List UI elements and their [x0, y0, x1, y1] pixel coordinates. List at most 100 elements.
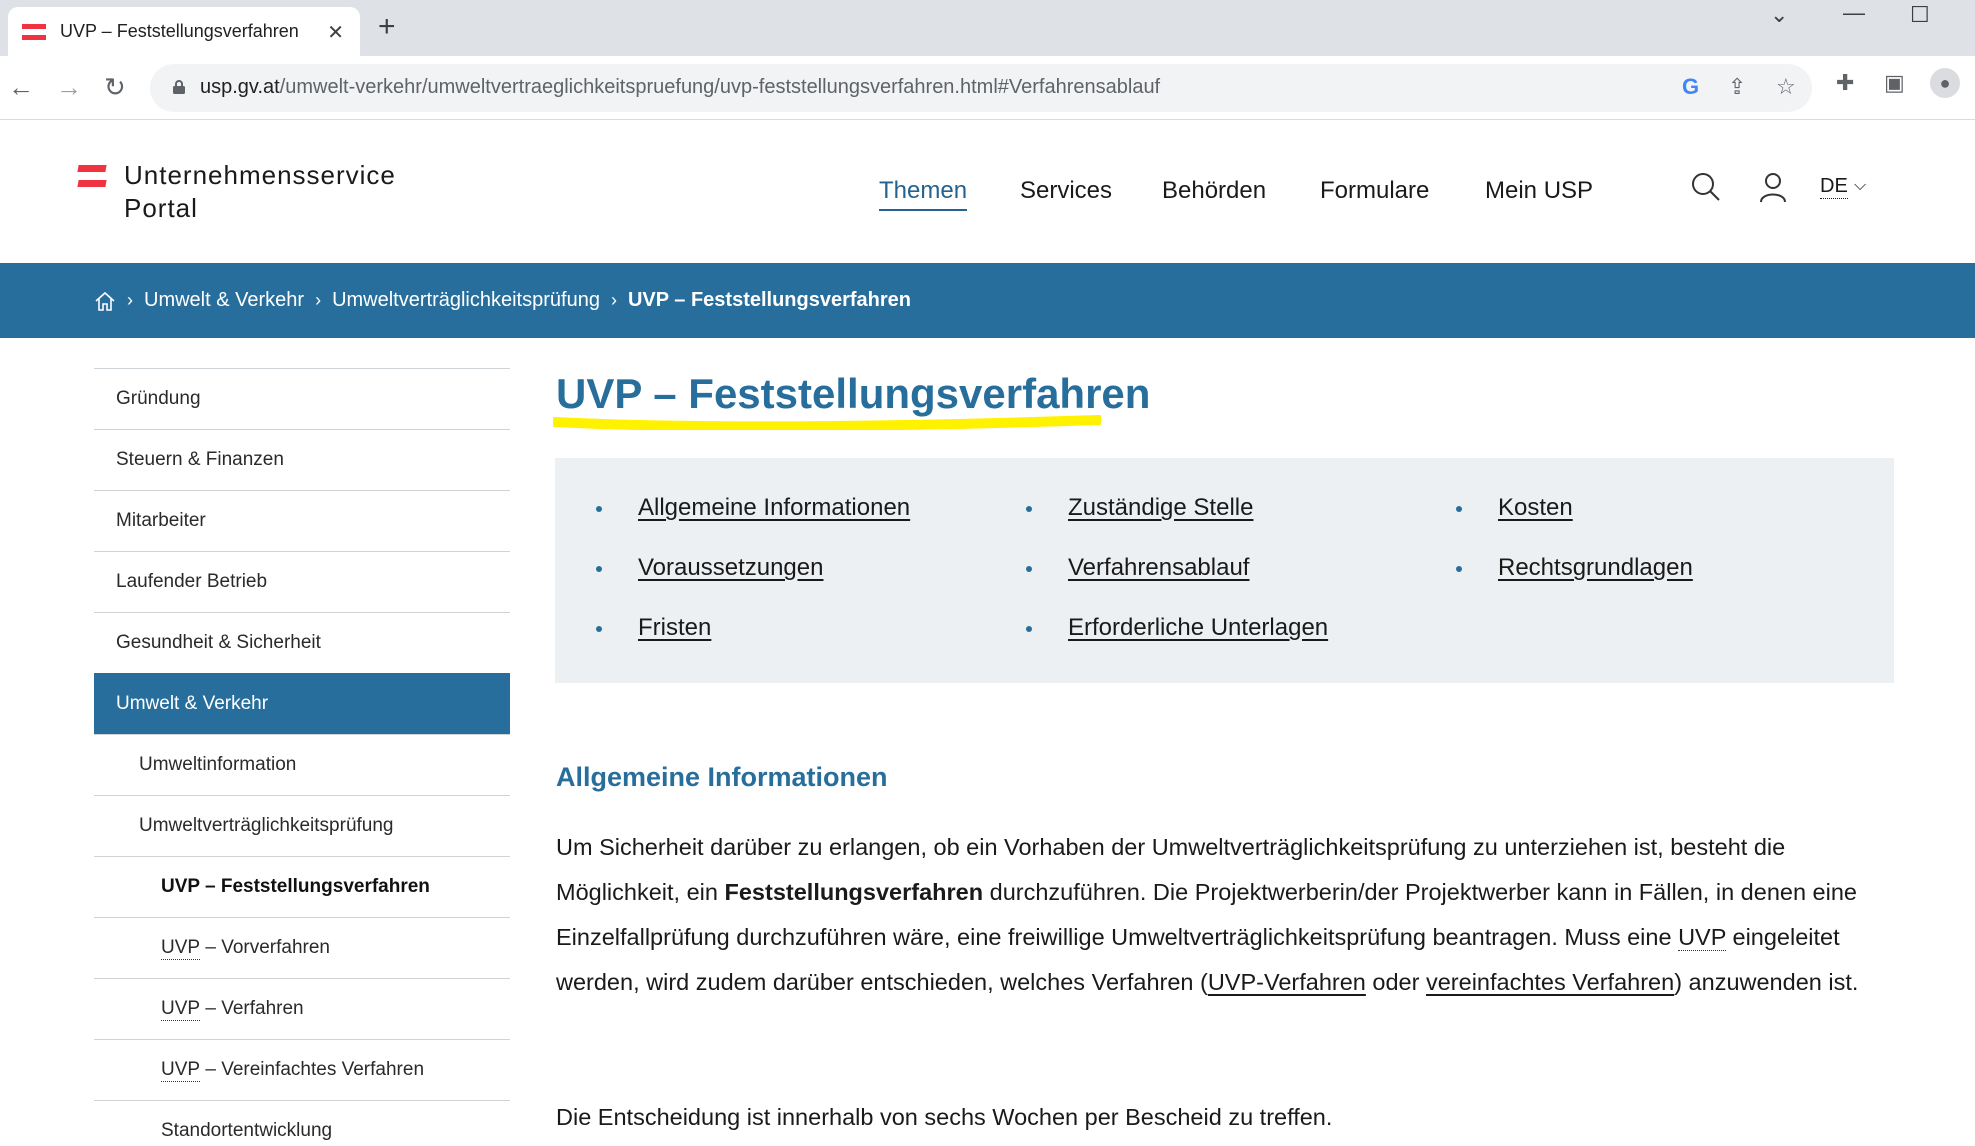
sidebar-item-steuern[interactable]: Steuern & Finanzen	[94, 429, 510, 490]
logo-line-2: Portal	[124, 193, 198, 223]
link-vereinfachtes-verfahren[interactable]: vereinfachtes Verfahren	[1426, 969, 1674, 995]
bullet-icon	[1456, 566, 1462, 572]
side-panel-icon[interactable]: ▣	[1884, 70, 1905, 96]
address-bar[interactable]: usp.gv.at/umwelt-verkehr/umweltvertraegl…	[150, 64, 1812, 112]
toc-item: Kosten	[1456, 494, 1573, 522]
sidebar-item-gruendung[interactable]: Gründung	[94, 368, 510, 429]
sidebar-item-mitarbeiter[interactable]: Mitarbeiter	[94, 490, 510, 551]
toc-link-kosten[interactable]: Kosten	[1498, 494, 1573, 521]
uvp-abbreviation: UVP	[161, 1058, 201, 1082]
toc-link-rechtsgrundlagen[interactable]: Rechtsgrundlagen	[1498, 554, 1693, 581]
text: oder	[1365, 969, 1426, 995]
highlight-underline	[553, 415, 1101, 430]
breadcrumb-separator-icon: ›	[315, 290, 322, 310]
sidebar-item-vorverfahren[interactable]: UVP – Vorverfahren	[94, 917, 510, 978]
bullet-icon	[596, 626, 602, 632]
sidebar-item-verfahren[interactable]: UVP – Verfahren	[94, 978, 510, 1039]
browser-tab-strip: UVP – Feststellungsverfahren ✕ + ⌄ — ☐	[0, 0, 1975, 56]
breadcrumb-uvp[interactable]: Umweltverträglichkeitsprüfung	[332, 289, 600, 312]
sidebar-item-vereinfachtes[interactable]: UVP – Vereinfachtes Verfahren	[94, 1039, 510, 1100]
toc-item: Verfahrensablauf	[1026, 554, 1249, 582]
breadcrumb-separator-icon: ›	[127, 290, 133, 310]
breadcrumb: › Umwelt & Verkehr › Umweltverträglichke…	[94, 289, 911, 312]
home-icon[interactable]	[94, 290, 116, 312]
breadcrumb-bar: › Umwelt & Verkehr › Umweltverträglichke…	[0, 263, 1975, 338]
breadcrumb-umwelt-verkehr[interactable]: Umwelt & Verkehr	[144, 289, 304, 312]
nav-behoerden[interactable]: Behörden	[1162, 177, 1266, 205]
sidebar-item-feststellungsverfahren[interactable]: UVP – Feststellungsverfahren	[94, 856, 510, 917]
browser-toolbar: ← → ↻ usp.gv.at/umwelt-verkehr/umweltver…	[0, 56, 1975, 120]
close-tab-icon[interactable]: ✕	[327, 20, 344, 45]
site-header: Unternehmensservice Portal Themen Servic…	[0, 121, 1975, 263]
minimize-window-icon[interactable]: —	[1843, 0, 1865, 26]
sidebar-item-standortentwicklung[interactable]: Standortentwicklung	[94, 1100, 510, 1146]
usp-logo-flag-icon[interactable]	[77, 165, 107, 187]
uvp-abbreviation: UVP	[161, 936, 201, 960]
sidebar-label: – Vereinfachtes Verfahren	[200, 1059, 425, 1080]
reload-icon[interactable]: ↻	[104, 72, 126, 102]
bullet-icon	[1026, 506, 1032, 512]
table-of-contents: Allgemeine Informationen Voraussetzungen…	[555, 458, 1894, 683]
toc-item: Voraussetzungen	[596, 554, 823, 582]
forward-arrow-icon[interactable]: →	[56, 72, 82, 102]
bullet-icon	[596, 506, 602, 512]
browser-tab-active[interactable]: UVP – Feststellungsverfahren ✕	[8, 7, 360, 56]
sidebar-item-laufender-betrieb[interactable]: Laufender Betrieb	[94, 551, 510, 612]
bold-term: Feststellungsverfahren	[724, 879, 984, 905]
logo-line-1: Unternehmensservice	[124, 160, 396, 190]
new-tab-icon[interactable]: +	[378, 12, 396, 42]
search-icon[interactable]	[1690, 171, 1722, 203]
toc-link-unterlagen[interactable]: Erforderliche Unterlagen	[1068, 614, 1328, 641]
toc-link-allgemeine[interactable]: Allgemeine Informationen	[638, 494, 910, 521]
sidebar-item-gesundheit[interactable]: Gesundheit & Sicherheit	[94, 612, 510, 673]
chevron-down-icon[interactable]: ⌵	[1854, 177, 1866, 195]
toc-link-fristen[interactable]: Fristen	[638, 614, 711, 641]
sidebar-nav: Gründung Steuern & Finanzen Mitarbeiter …	[94, 368, 510, 1146]
user-login-icon[interactable]	[1758, 171, 1788, 203]
nav-mein-usp[interactable]: Mein USP	[1485, 177, 1593, 205]
breadcrumb-separator-icon: ›	[610, 290, 617, 310]
link-uvp-verfahren[interactable]: UVP-Verfahren	[1208, 969, 1366, 995]
language-selector[interactable]: DE	[1820, 175, 1848, 199]
uvp-abbreviation: UVP	[161, 997, 201, 1021]
toc-link-voraussetzungen[interactable]: Voraussetzungen	[638, 554, 823, 581]
nav-services[interactable]: Services	[1020, 177, 1112, 205]
bookmark-star-icon[interactable]: ☆	[1776, 74, 1796, 100]
page-title: UVP – Feststellungsverfahren	[556, 370, 1151, 417]
tab-title: UVP – Feststellungsverfahren	[60, 21, 299, 41]
bullet-icon	[1026, 626, 1032, 632]
tab-search-chevron-icon[interactable]: ⌄	[1770, 2, 1788, 28]
section-heading: Allgemeine Informationen	[556, 762, 888, 792]
bullet-icon	[596, 566, 602, 572]
lock-icon	[173, 80, 185, 94]
paragraph-decision: Die Entscheidung ist innerhalb von sechs…	[556, 1104, 1333, 1130]
toc-item: Erforderliche Unterlagen	[1026, 614, 1328, 642]
nav-formulare[interactable]: Formulare	[1320, 177, 1429, 205]
breadcrumb-current: UVP – Feststellungsverfahren	[627, 289, 912, 311]
austria-flag-icon	[22, 23, 46, 40]
text: ) anzuwenden ist.	[1674, 969, 1859, 995]
paragraph-intro: Um Sicherheit darüber zu erlangen, ob ei…	[556, 825, 1896, 1005]
toc-link-zustaendige-stelle[interactable]: Zuständige Stelle	[1068, 494, 1253, 521]
sidebar-item-umwelt-verkehr[interactable]: Umwelt & Verkehr	[94, 673, 510, 734]
maximize-window-icon[interactable]: ☐	[1910, 2, 1930, 28]
site-logo[interactable]: Unternehmensservice Portal	[124, 159, 396, 225]
nav-themen[interactable]: Themen	[879, 177, 968, 211]
toc-item: Fristen	[596, 614, 711, 642]
sidebar-label: – Vorverfahren	[200, 937, 330, 958]
bullet-icon	[1026, 566, 1032, 572]
sidebar-label: – Verfahren	[200, 998, 304, 1019]
toc-link-verfahrensablauf[interactable]: Verfahrensablauf	[1068, 554, 1249, 581]
uvp-abbreviation: UVP	[1678, 924, 1726, 951]
toc-item: Zuständige Stelle	[1026, 494, 1253, 522]
google-icon[interactable]: G	[1682, 74, 1699, 100]
sidebar-item-umweltinformation[interactable]: Umweltinformation	[94, 734, 510, 795]
toc-item: Rechtsgrundlagen	[1456, 554, 1693, 582]
toc-item: Allgemeine Informationen	[596, 494, 910, 522]
back-arrow-icon[interactable]: ←	[8, 72, 34, 102]
extensions-puzzle-icon[interactable]: ✚	[1836, 70, 1854, 96]
url-text: usp.gv.at/umwelt-verkehr/umweltvertraegl…	[200, 76, 1161, 98]
sidebar-item-uvp[interactable]: Umweltverträglichkeitsprüfung	[94, 795, 510, 856]
share-icon[interactable]: ⇪	[1728, 74, 1746, 100]
profile-avatar-icon[interactable]: ●	[1930, 68, 1960, 98]
